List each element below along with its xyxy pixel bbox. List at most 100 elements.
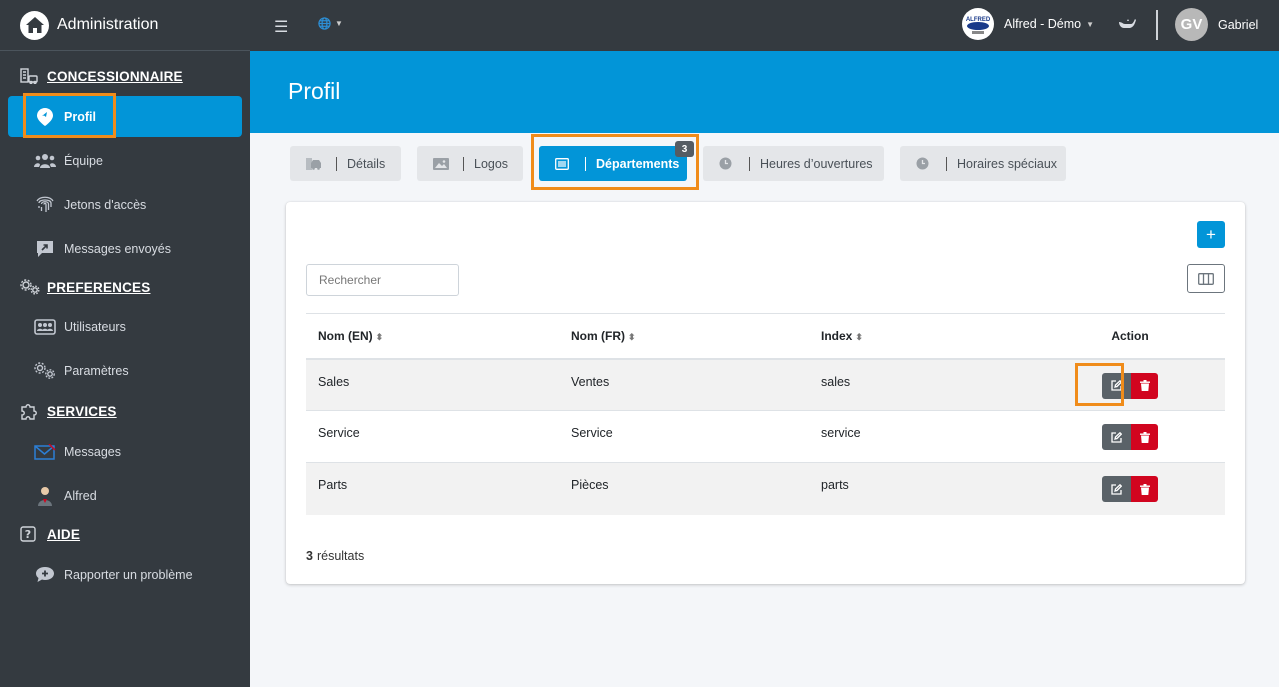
cell-index: sales (809, 358, 1035, 411)
list-icon (555, 157, 571, 170)
sent-message-icon (34, 240, 56, 258)
dealership-icon (20, 68, 40, 84)
section-concessionnaire[interactable]: CONCESSIONNAIRE (0, 59, 250, 93)
edit-button[interactable] (1102, 424, 1131, 450)
cell-name-en: Service (306, 410, 559, 463)
sidebar-item-label: Équipe (64, 153, 103, 168)
results-number: 3 (306, 549, 313, 563)
edit-icon (1111, 483, 1122, 495)
sidebar-item-utilisateurs[interactable]: Utilisateurs (8, 306, 242, 347)
tab-separator (463, 156, 464, 171)
sidebar-item-parametres[interactable]: Paramètres (8, 350, 242, 391)
users-card-icon (34, 318, 56, 335)
dealer-name: Alfred - Démo (1004, 17, 1082, 31)
home-icon (20, 10, 49, 40)
clock-icon (719, 157, 735, 170)
column-header-index[interactable]: Index ⬍ (809, 313, 1035, 360)
sidebar-item-label: Messages envoyés (64, 241, 172, 256)
sidebar: Administration CONCESSIONNAIRE Profil Éq… (0, 0, 250, 687)
section-preferences[interactable]: PREFERENCES (0, 270, 250, 304)
cell-name-en: Sales (306, 358, 559, 411)
language-selector[interactable]: ▼ (318, 17, 343, 30)
menu-toggle-icon[interactable]: ☰ (274, 17, 288, 37)
tab-separator (749, 156, 750, 171)
column-label: Nom (EN) (318, 328, 373, 343)
genie-lamp-icon[interactable] (1118, 16, 1136, 34)
chevron-down-icon: ▼ (335, 19, 343, 28)
column-label: Action (1111, 328, 1149, 343)
brand-title: Administration (57, 16, 159, 33)
column-header-name-fr[interactable]: Nom (FR) ⬍ (559, 313, 809, 360)
svg-text:?: ? (25, 528, 32, 541)
columns-toggle-button[interactable] (1187, 264, 1225, 293)
settings-icon (34, 361, 56, 380)
tab-separator (585, 156, 586, 171)
team-icon (34, 153, 56, 169)
report-comment-icon (34, 566, 56, 584)
cell-name-en: Parts (306, 462, 559, 515)
row-actions (1102, 476, 1158, 502)
tab-logos[interactable]: Logos (417, 146, 523, 181)
edit-icon (1111, 431, 1122, 443)
delete-button[interactable] (1131, 372, 1158, 399)
dealer-selector[interactable]: ALFRED Alfred - Démo ▼ (962, 8, 1094, 40)
row-actions (1102, 372, 1158, 399)
sort-icon: ⬍ (375, 331, 384, 342)
sidebar-item-equipe[interactable]: Équipe (8, 140, 242, 181)
page-header: Profil (250, 51, 1279, 133)
cell-index: service (809, 410, 1035, 463)
chevron-down-icon: ▼ (1086, 19, 1095, 29)
trash-icon (1139, 483, 1150, 495)
cell-name-fr: Pièces (559, 462, 809, 515)
section-aide[interactable]: ? AIDE (0, 517, 250, 551)
butler-icon (34, 486, 56, 506)
column-label: Nom (FR) (571, 328, 625, 343)
sidebar-item-jetons[interactable]: Jetons d'accès (8, 184, 242, 225)
car-icon (306, 157, 322, 170)
brand[interactable]: Administration (0, 0, 250, 51)
section-label: PREFERENCES (47, 279, 151, 295)
add-button[interactable]: + (1197, 221, 1225, 248)
tab-label: Logos (474, 156, 509, 171)
cell-name-fr: Ventes (559, 358, 809, 411)
column-header-name-en[interactable]: Nom (EN) ⬍ (306, 313, 559, 360)
search-input[interactable] (306, 264, 459, 296)
sidebar-item-label: Jetons d'accès (64, 197, 147, 212)
edit-button[interactable] (1102, 372, 1131, 399)
sidebar-item-messages[interactable]: Messages (8, 431, 242, 472)
section-services[interactable]: SERVICES (0, 394, 250, 428)
tab-details[interactable]: Détails (290, 146, 401, 181)
sidebar-item-rapporter[interactable]: Rapporter un problème (8, 554, 242, 595)
tab-departements[interactable]: Départements (539, 146, 687, 181)
tab-horaires-speciaux[interactable]: Horaires spéciaux (900, 146, 1066, 181)
table-header-row: Nom (EN) ⬍ Nom (FR) ⬍ Index ⬍ Action (306, 313, 1225, 360)
envelope-icon (34, 443, 56, 460)
results-label: résultats (316, 549, 365, 563)
user-menu[interactable]: GV Gabriel (1175, 8, 1258, 41)
tab-heures-ouvertures[interactable]: Heures d’ouvertures (703, 146, 884, 181)
tab-label: Départements (596, 156, 680, 171)
section-label: CONCESSIONNAIRE (47, 68, 183, 84)
cell-action (1035, 462, 1225, 515)
tab-label: Horaires spéciaux (957, 156, 1058, 171)
delete-button[interactable] (1131, 476, 1158, 502)
sidebar-item-profil[interactable]: Profil (8, 96, 242, 137)
sidebar-item-label: Utilisateurs (64, 319, 126, 334)
column-label: Index (821, 328, 853, 343)
departments-table: Nom (EN) ⬍ Nom (FR) ⬍ Index ⬍ Action Sales … (306, 313, 1225, 515)
column-header-action: Action (1035, 313, 1225, 360)
edit-icon (1111, 380, 1122, 391)
avatar: GV (1175, 8, 1208, 41)
gears-icon (20, 279, 40, 295)
row-actions (1102, 424, 1158, 450)
sidebar-item-alfred[interactable]: Alfred (8, 475, 242, 516)
map-pin-icon (34, 107, 56, 126)
count-badge: 3 (675, 141, 694, 157)
edit-button[interactable] (1102, 476, 1131, 502)
tab-label: Détails (347, 156, 386, 171)
globe-icon (318, 17, 331, 30)
page-title: Profil (288, 78, 341, 104)
delete-button[interactable] (1131, 424, 1158, 450)
user-name: Gabriel (1218, 17, 1259, 32)
sidebar-item-messages-envoyes[interactable]: Messages envoyés (8, 228, 242, 269)
